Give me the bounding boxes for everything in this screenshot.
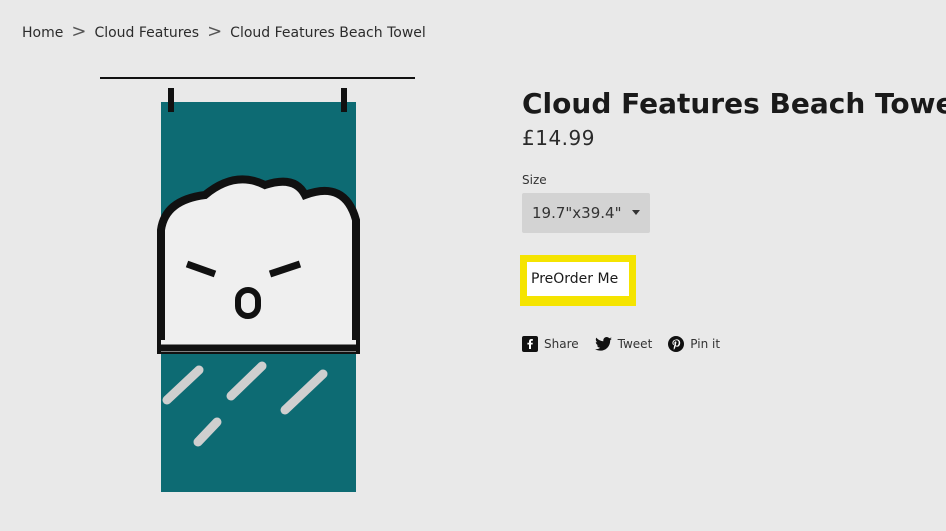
product-price: £14.99 (522, 126, 595, 150)
size-label: Size (522, 173, 547, 187)
chevron-down-icon (632, 210, 640, 215)
share-twitter-link[interactable]: Tweet (594, 337, 653, 351)
product-title: Cloud Features Beach Towel (522, 86, 946, 120)
breadcrumb-current: Cloud Features Beach Towel (230, 24, 426, 41)
preorder-button[interactable]: PreOrder Me (527, 262, 629, 296)
breadcrumb-home[interactable]: Home (22, 25, 63, 41)
share-pinterest-link[interactable]: Pin it (668, 336, 720, 352)
share-label: Share (544, 337, 579, 351)
beach-towel-image (100, 77, 415, 492)
towel-clip (341, 88, 347, 112)
share-facebook-link[interactable]: Share (522, 336, 579, 352)
towel-clip (168, 88, 174, 112)
tweet-label: Tweet (617, 337, 653, 351)
pinterest-icon (668, 336, 685, 352)
breadcrumb-cloud-features[interactable]: Cloud Features (94, 25, 199, 41)
size-value: 19.7"x39.4" (532, 204, 622, 222)
facebook-icon (522, 336, 538, 352)
breadcrumb: Home > Cloud Features > Cloud Features B… (22, 21, 426, 43)
pin-label: Pin it (690, 337, 721, 351)
breadcrumb-separator: > (207, 21, 223, 42)
twitter-icon (594, 337, 612, 351)
size-select[interactable]: 19.7"x39.4" (522, 193, 650, 233)
social-sharing: Share Tweet Pin it (522, 336, 736, 352)
breadcrumb-separator: > (71, 21, 87, 42)
product-image[interactable] (95, 70, 425, 510)
